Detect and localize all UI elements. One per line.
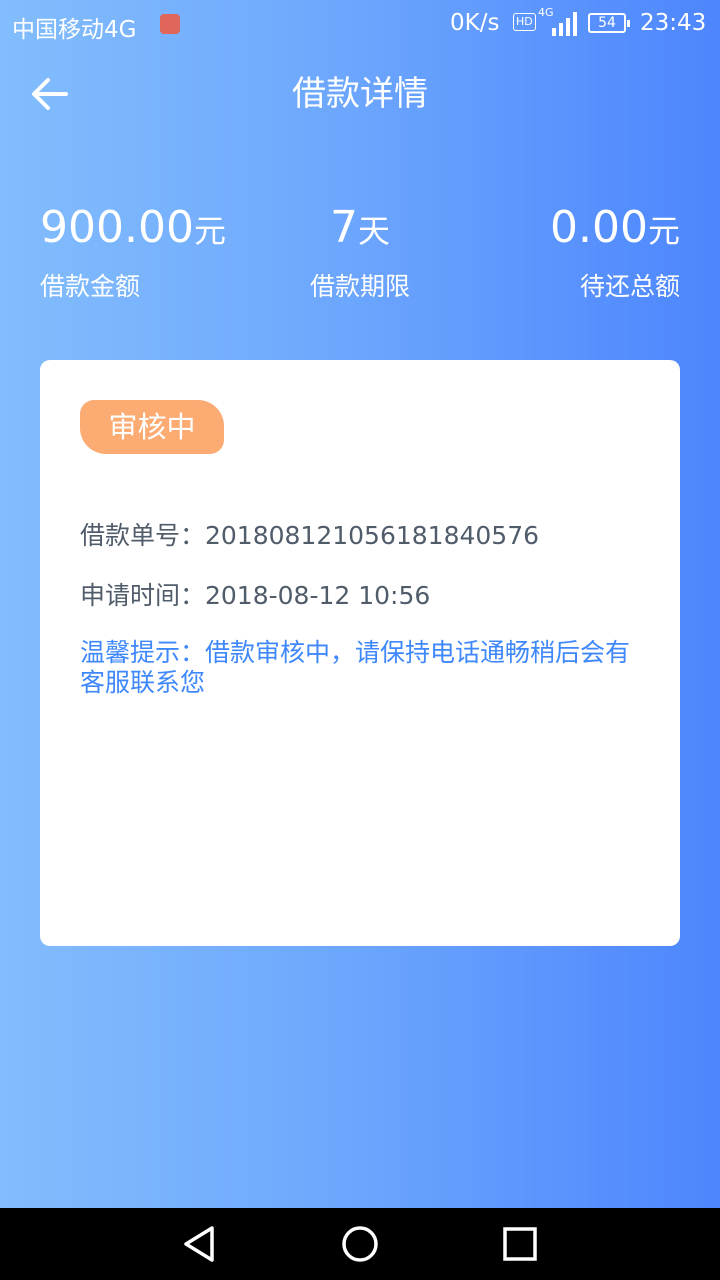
loan-term-unit: 天: [357, 212, 390, 250]
apply-time: 申请时间：2018-08-12 10:56: [80, 581, 431, 610]
outstanding-unit: 元: [647, 212, 680, 250]
square-recent-icon[interactable]: [498, 1222, 542, 1266]
screen: 中国移动4G 0K/s HD 4G 54 23:43 借款详情 900.00元 …: [0, 0, 720, 1280]
navigation-bar: [0, 1208, 720, 1280]
status-badge: 审核中: [80, 400, 224, 454]
hd-icon: HD: [513, 13, 536, 31]
loan-detail-card: 审核中 借款单号：20180812105618184057​6 申请时间：201…: [40, 360, 680, 946]
outstanding-label: 待还总额: [579, 272, 680, 301]
clock: 23:43: [640, 10, 707, 36]
net-speed: 0K/s: [450, 10, 500, 36]
triangle-back-icon[interactable]: [178, 1222, 222, 1266]
battery-level: 54: [598, 15, 616, 31]
tip-message: 温馨提示：借款审核中，请保持电话通畅稍后会有客服联系您: [80, 638, 631, 697]
status-bar: 中国移动4G 0K/s HD 4G 54 23:43: [0, 0, 720, 50]
notification-icon: [160, 14, 180, 34]
signal-icon: [552, 12, 577, 36]
loan-summary: 900.00元 借款金额 7天 借款期限 0.00元 待还总额: [40, 200, 680, 310]
stat-outstanding: 0.00元 待还总额: [550, 200, 680, 303]
page-title: 借款详情: [292, 74, 428, 114]
order-number: 借款单号：20180812105618184057​6: [80, 521, 540, 550]
battery-icon: 54: [588, 13, 630, 33]
outstanding-value: 0.00元: [550, 200, 680, 259]
outstanding-number: 0.00: [550, 202, 648, 253]
loan-term-number: 7: [329, 202, 358, 253]
circle-home-icon[interactable]: [338, 1222, 382, 1266]
carrier-label: 中国移动4G: [12, 17, 137, 43]
